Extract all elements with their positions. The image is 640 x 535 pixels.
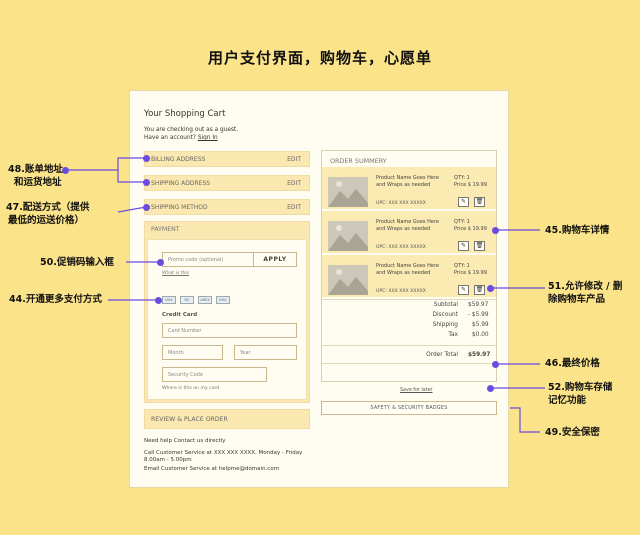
annotation-dot <box>155 297 162 304</box>
annotation-dot <box>157 259 164 266</box>
annotation-45: 45.购物车详情 <box>545 225 610 236</box>
annotation-46: 46.最终价格 <box>545 358 600 369</box>
annotation-dot <box>143 155 150 162</box>
annotation-47: 47.配送方式（提供 最低的运送价格） <box>6 202 90 226</box>
annotation-dot <box>143 179 150 186</box>
annotation-44: 44.开通更多支付方式 <box>9 294 102 305</box>
annotation-dot <box>492 361 499 368</box>
annotation-dot <box>487 385 494 392</box>
annotation-dot <box>143 204 150 211</box>
annotation-51: 51.允许修改 / 删 除购物车产品 <box>548 281 623 305</box>
annotation-dot <box>62 167 69 174</box>
annotation-49: 49.安全保密 <box>545 427 600 438</box>
annotation-48: 48.账单地址 和运货地址 <box>8 164 63 188</box>
annotation-50: 50.促销码输入框 <box>40 257 114 268</box>
annotation-dot <box>487 285 494 292</box>
annotation-dot <box>492 227 499 234</box>
annotation-52: 52.购物车存储 记忆功能 <box>548 382 613 406</box>
